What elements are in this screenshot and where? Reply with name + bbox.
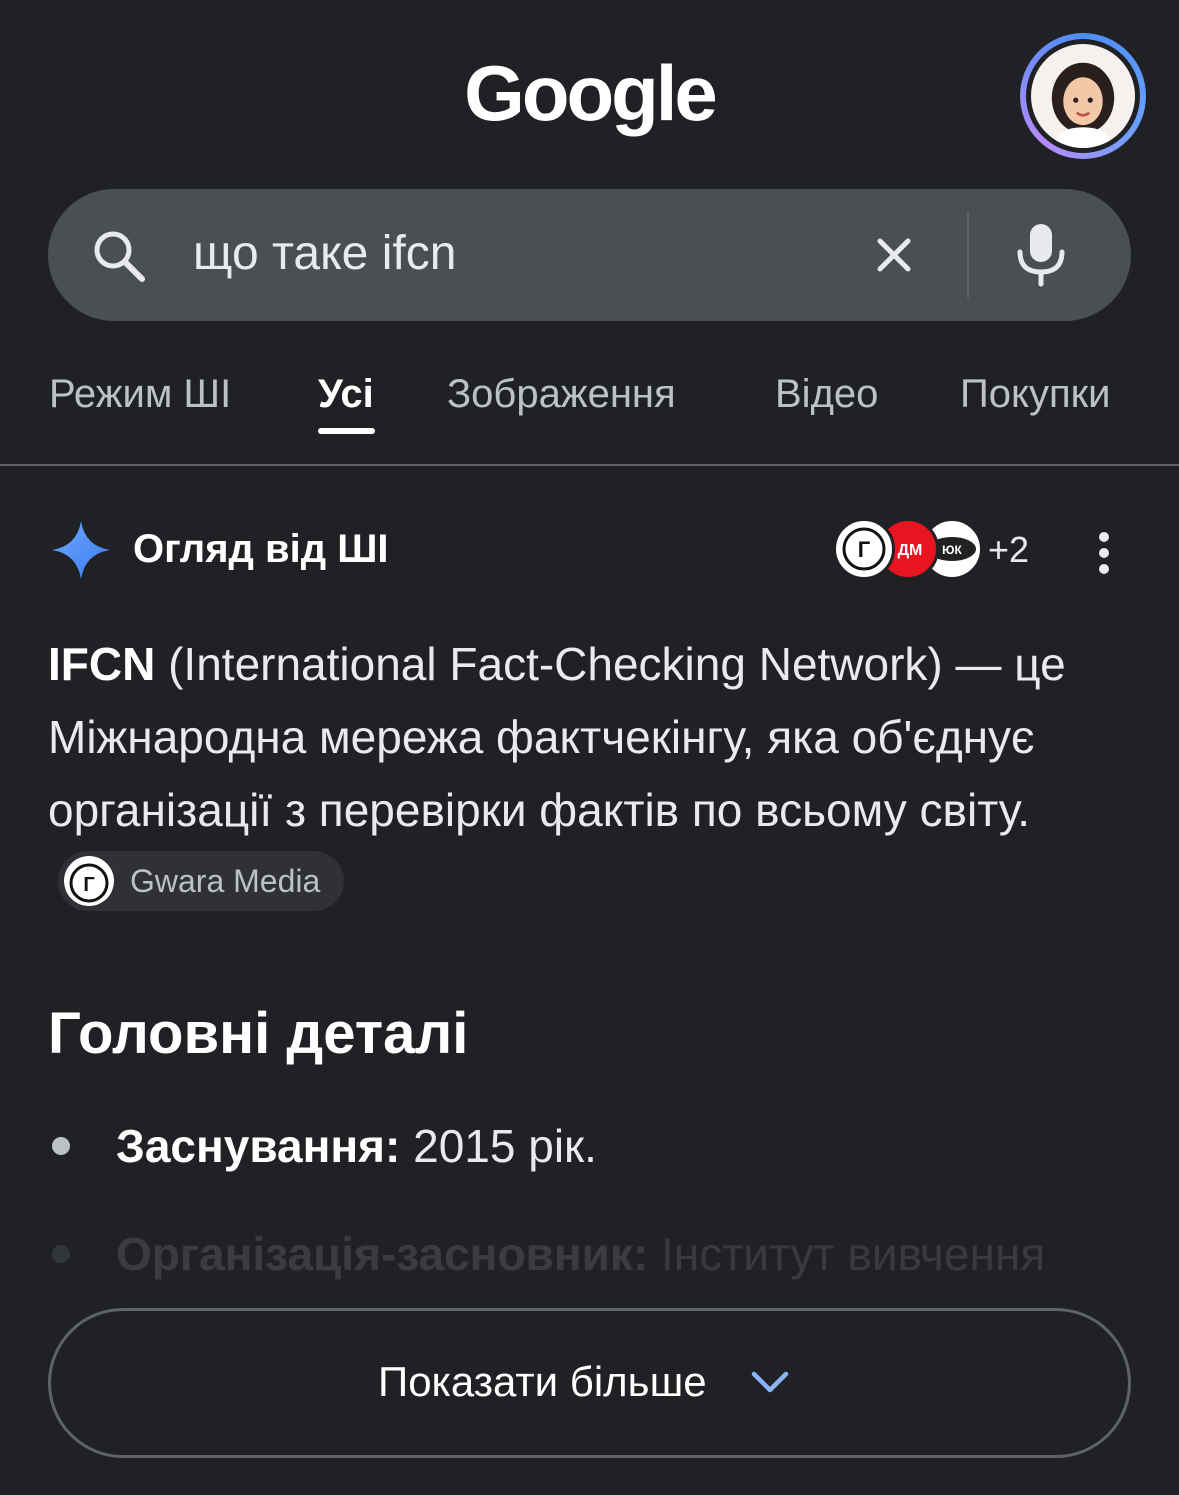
tabs-divider xyxy=(0,464,1179,466)
svg-text:Г: Г xyxy=(83,874,94,896)
google-search-page: Google що таке ifcn Режим ШІ Усі Зображе… xyxy=(0,0,1179,1495)
gwara-media-icon: Г xyxy=(64,855,114,906)
source-chip[interactable]: Г Gwara Media xyxy=(58,850,345,911)
source-gwara-icon: Г xyxy=(833,518,895,580)
bullet-dot xyxy=(52,1245,70,1263)
ai-overview-title: Огляд від ШІ xyxy=(133,527,389,571)
detail-label: Організація-засновник: xyxy=(116,1228,649,1280)
tab-images[interactable]: Зображення xyxy=(447,370,676,418)
svg-text:Г: Г xyxy=(858,537,871,562)
google-logo[interactable]: Google xyxy=(0,48,1179,139)
bullet-dot xyxy=(52,1137,70,1155)
account-avatar-button[interactable] xyxy=(1020,33,1146,159)
sources-extra-count[interactable]: +2 xyxy=(988,528,1029,572)
active-tab-indicator xyxy=(318,428,375,434)
clear-icon[interactable] xyxy=(872,233,916,277)
source-chip-label: Gwara Media xyxy=(130,862,321,899)
avatar xyxy=(1031,44,1135,148)
search-input[interactable]: що таке ifcn xyxy=(193,226,456,282)
ai-overview-summary: IFCN (International Fact-Checking Networ… xyxy=(48,628,1138,920)
summary-text: (International Fact-Checking Network) — … xyxy=(48,638,1066,836)
source-icons[interactable]: Г ДМ ЮК xyxy=(833,518,983,580)
tab-shopping[interactable]: Покупки xyxy=(960,370,1110,418)
mic-icon[interactable] xyxy=(1012,222,1070,288)
svg-text:ЮК: ЮК xyxy=(942,543,962,557)
tab-videos[interactable]: Відео xyxy=(775,370,878,418)
search-divider xyxy=(967,212,969,298)
tab-ai-mode[interactable]: Режим ШІ xyxy=(49,370,231,418)
svg-text:ДМ: ДМ xyxy=(898,542,923,559)
avatar-person-icon xyxy=(1051,62,1115,148)
detail-label: Заснування: xyxy=(116,1120,401,1172)
search-tabs: Режим ШІ Усі Зображення Відео Покупки xyxy=(0,362,1179,466)
show-more-label[interactable]: Показати більше xyxy=(378,1356,707,1408)
detail-value: Інститут вивчення xyxy=(648,1228,1046,1280)
summary-term: IFCN xyxy=(48,638,156,690)
chevron-down-icon[interactable] xyxy=(748,1364,792,1400)
more-options-icon[interactable] xyxy=(1092,529,1116,577)
detail-value: 2015 рік. xyxy=(400,1120,597,1172)
tab-all[interactable]: Усі xyxy=(318,370,374,418)
search-icon[interactable] xyxy=(88,225,148,285)
ai-sparkle-icon xyxy=(52,521,110,579)
key-details-heading: Головні деталі xyxy=(48,1001,469,1066)
